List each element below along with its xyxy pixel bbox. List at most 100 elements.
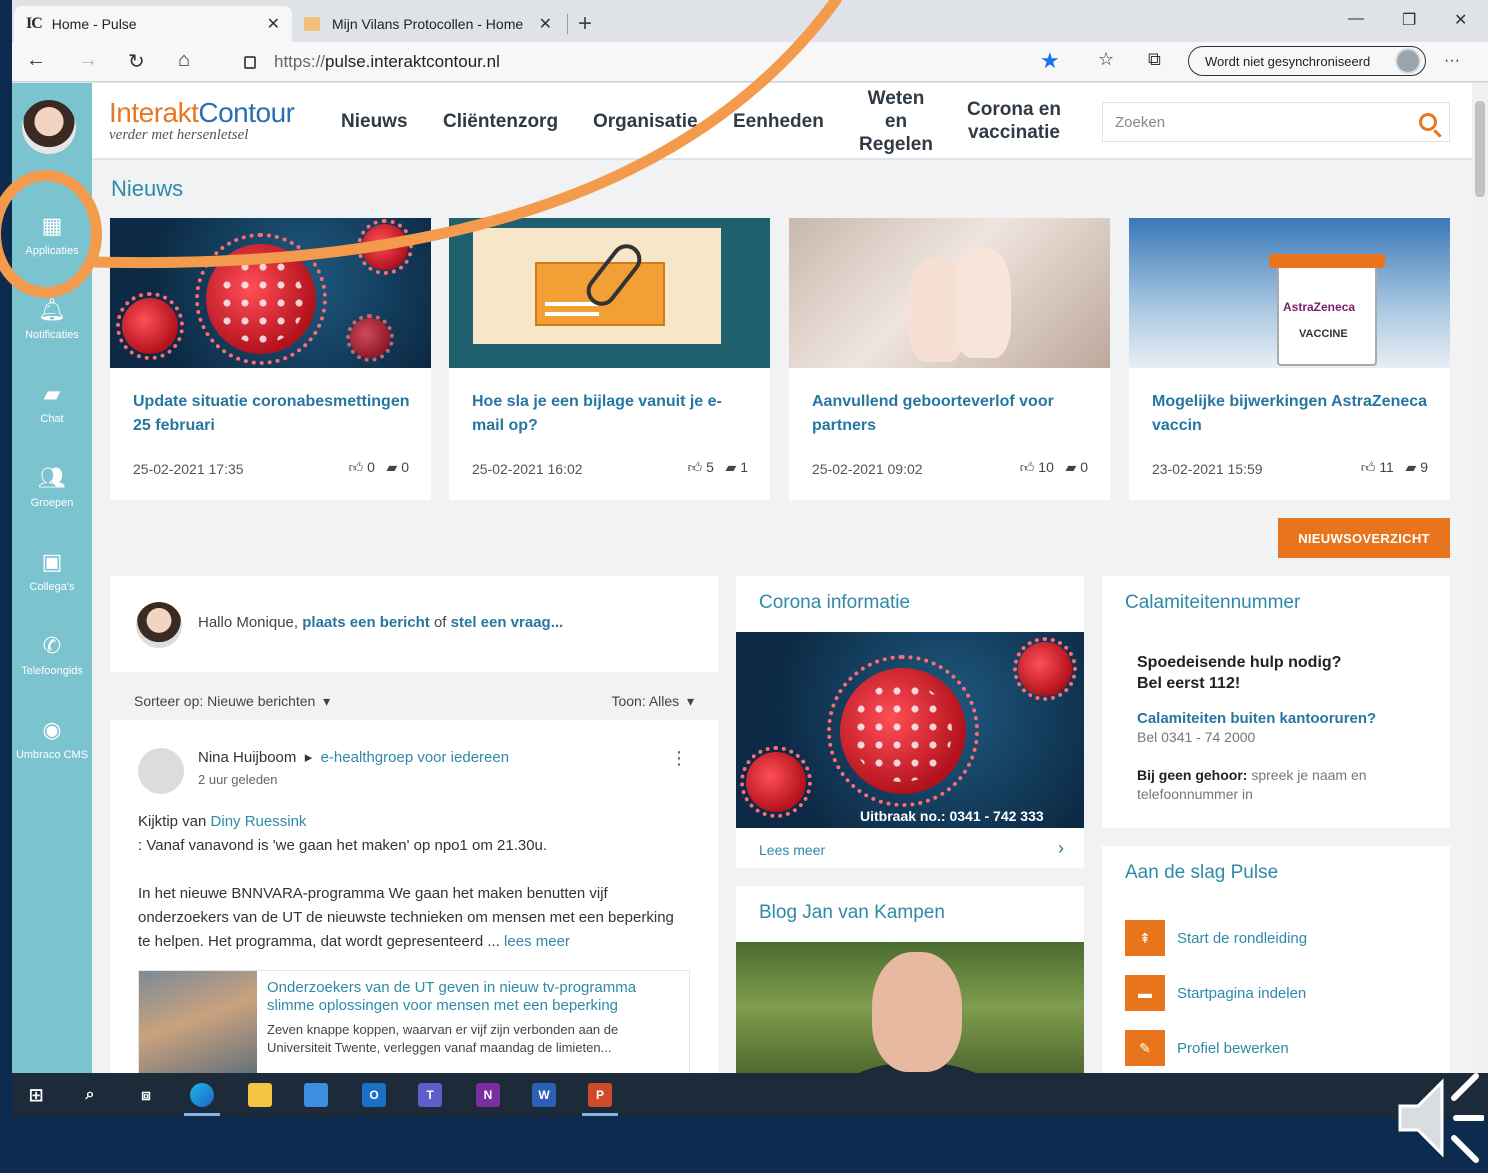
post-body: Kijktip van Diny Ruessink : Vanaf vanavo… — [138, 813, 674, 950]
news-stats: 👍︎ 0 ▰ 0 — [349, 459, 409, 476]
news-title[interactable]: Update situatie coronabesmettingen 25 fe… — [133, 390, 413, 438]
start-tour-item[interactable]: ⇞ Start de rondleiding — [1125, 920, 1307, 956]
windows-start-icon[interactable]: ⊞ — [24, 1083, 48, 1107]
vilans-favicon-icon — [304, 17, 320, 31]
rail-item-chat[interactable]: ▰ Chat — [12, 381, 92, 425]
menu-eenheden[interactable]: Eenheden — [733, 83, 824, 159]
chevron-right-icon[interactable]: › — [1058, 838, 1064, 859]
after-hours-number: Bel 0341 - 74 2000 — [1137, 729, 1256, 745]
edge-icon[interactable] — [190, 1083, 214, 1107]
app-header: InteraktContour verder met hersenletsel … — [92, 83, 1472, 159]
comment-icon: ▰ — [1405, 459, 1417, 475]
comment-icon: ▰ — [725, 459, 737, 475]
sync-profile-button[interactable]: Wordt niet gesynchroniseerd — [1188, 46, 1426, 76]
post-time: 2 uur geleden — [198, 772, 278, 787]
user-avatar[interactable] — [22, 100, 76, 154]
author-name[interactable]: Nina Huijboom — [198, 749, 296, 766]
favorites-list-icon[interactable]: ☆ — [1098, 49, 1114, 70]
news-title[interactable]: Mogelijke bijwerkingen AstraZeneca vacci… — [1152, 390, 1432, 438]
search-icon[interactable]: ⌕ — [78, 1083, 102, 1107]
news-overview-button[interactable]: NIEUWSOVERZICHT — [1278, 518, 1450, 558]
home-icon[interactable]: ⌂ — [178, 49, 190, 72]
collections-icon[interactable]: ⧉ — [1148, 49, 1161, 70]
link-preview[interactable]: Onderzoekers van de UT geven in nieuw tv… — [138, 970, 690, 1073]
brand-part-b: Contour — [198, 97, 295, 128]
url-field[interactable]: https://pulse.interaktcontour.nl — [222, 47, 1082, 77]
news-card[interactable]: AstraZeneca VACCINE Mogelijke bijwerking… — [1129, 218, 1450, 500]
back-icon[interactable]: ← — [26, 49, 46, 72]
tab-label: Mijn Vilans Protocollen - Home — [332, 16, 524, 32]
arrange-startpage-item[interactable]: ▬ Startpagina indelen — [1125, 975, 1306, 1011]
ask-question-link[interactable]: stel een vraag... — [451, 614, 564, 631]
rail-item-umbraco[interactable]: ◉ Umbraco CMS — [12, 717, 92, 761]
menu-nieuws[interactable]: Nieuws — [341, 83, 408, 159]
post-options-icon[interactable]: ⋮ — [670, 748, 688, 769]
filter-dropdown[interactable]: Toon: Alles ▾ — [611, 693, 694, 710]
bell-icon: 🔔︎ — [38, 297, 66, 322]
comment-count: 9 — [1420, 459, 1428, 475]
refresh-icon[interactable]: ↻ — [128, 49, 145, 74]
preview-title[interactable]: Onderzoekers van de UT geven in nieuw tv… — [267, 979, 677, 1015]
news-card[interactable]: Aanvullend geboorteverlof voor partners … — [789, 218, 1110, 500]
brand-logo[interactable]: InteraktContour verder met hersenletsel — [109, 97, 295, 144]
edit-profile-item[interactable]: ✎ Profiel bewerken — [1125, 1030, 1289, 1066]
news-title[interactable]: Aanvullend geboorteverlof voor partners — [812, 390, 1092, 438]
thumbs-up-icon: 👍︎ — [687, 459, 703, 475]
news-title[interactable]: Hoe sla je een bijlage vanuit je e-mail … — [472, 390, 752, 438]
tab-home-pulse[interactable]: IC Home - Pulse ✕ — [14, 6, 292, 42]
post-composer[interactable]: Hallo Monique, plaats een bericht of ste… — [110, 576, 718, 672]
group-link[interactable]: e-healthgroep voor iedereen — [321, 749, 509, 766]
news-card[interactable]: Update situatie coronabesmettingen 25 fe… — [110, 218, 431, 500]
news-stats: 👍︎ 11 ▰ 9 — [1361, 459, 1428, 476]
file-explorer-icon[interactable] — [248, 1083, 272, 1107]
forward-icon[interactable]: → — [78, 49, 98, 72]
outbreak-number: Uitbraak no.: 0341 - 742 333 — [860, 808, 1044, 824]
new-tab-button[interactable]: + — [578, 10, 592, 38]
emergency-heading: Spoedeisende hulp nodig? Bel eerst 112! — [1137, 654, 1342, 692]
mention-link[interactable]: Diny Ruessink — [211, 813, 307, 830]
store-icon[interactable] — [304, 1083, 328, 1107]
rail-item-telefoongids[interactable]: ✆ Telefoongids — [12, 633, 92, 677]
word-icon[interactable]: W — [532, 1083, 556, 1107]
menu-organisatie[interactable]: Organisatie — [593, 83, 698, 159]
sync-label: Wordt niet gesynchroniseerd — [1205, 53, 1371, 69]
page-scrollbar[interactable] — [1472, 83, 1488, 1073]
panel-title[interactable]: Blog Jan van Kampen — [759, 902, 945, 924]
news-image-baby-feet — [789, 218, 1110, 368]
menu-corona-en-vaccinatie[interactable]: Corona en vaccinatie — [964, 83, 1064, 159]
powerpoint-icon[interactable]: P — [588, 1083, 612, 1107]
outlook-icon[interactable]: O — [362, 1083, 386, 1107]
news-card[interactable]: Hoe sla je een bijlage vanuit je e-mail … — [449, 218, 770, 500]
calamity-panel: Calamiteitennummer Spoedeisende hulp nod… — [1102, 576, 1450, 828]
search-icon[interactable] — [1419, 113, 1437, 131]
read-more-link[interactable]: Lees meer — [759, 842, 825, 858]
post-author-line: Nina Huijboom ▸ e-healthgroep voor ieder… — [198, 749, 510, 766]
feed-post: Nina Huijboom ▸ e-healthgroep voor ieder… — [110, 720, 718, 1073]
onenote-icon[interactable]: N — [476, 1083, 500, 1107]
sort-dropdown[interactable]: Sorteer op: Nieuwe berichten ▾ — [134, 693, 330, 709]
search-input[interactable]: Zoeken — [1102, 102, 1450, 142]
tab-vilans[interactable]: Mijn Vilans Protocollen - Home ✕ — [292, 6, 564, 42]
teams-icon[interactable]: T — [418, 1083, 442, 1107]
close-window-icon[interactable]: ✕ — [1454, 10, 1467, 30]
rail-item-collegas[interactable]: ▣ Collega's — [12, 549, 92, 593]
rail-item-notificaties[interactable]: 🔔︎ Notificaties — [12, 297, 92, 341]
news-image-vaccine: AstraZeneca VACCINE — [1129, 218, 1450, 368]
post-message-link[interactable]: plaats een bericht — [302, 614, 430, 631]
news-stats: 👍︎ 5 ▰ 1 — [688, 459, 748, 476]
favorite-star-icon[interactable]: ★ — [1040, 48, 1060, 74]
restore-icon[interactable]: ❐ — [1402, 10, 1416, 30]
rail-item-groepen[interactable]: 👥︎ Groepen — [12, 465, 92, 509]
close-tab-icon[interactable]: ✕ — [539, 14, 552, 34]
rail-label: Groepen — [30, 497, 74, 509]
minimize-icon[interactable]: — — [1348, 10, 1364, 28]
task-view-icon[interactable]: ⧈ — [134, 1083, 158, 1107]
url-protocol: https:// — [274, 52, 326, 71]
menu-weten-en-regelen[interactable]: Weten en Regelen — [858, 83, 934, 159]
badge-icon: ▣ — [41, 549, 63, 574]
close-tab-icon[interactable]: ✕ — [267, 14, 280, 34]
settings-more-icon[interactable]: ··· — [1444, 52, 1460, 70]
scroll-thumb[interactable] — [1475, 101, 1485, 197]
menu-clientenzorg[interactable]: Cliëntenzorg — [443, 83, 558, 159]
read-more-link[interactable]: lees meer — [504, 933, 570, 950]
